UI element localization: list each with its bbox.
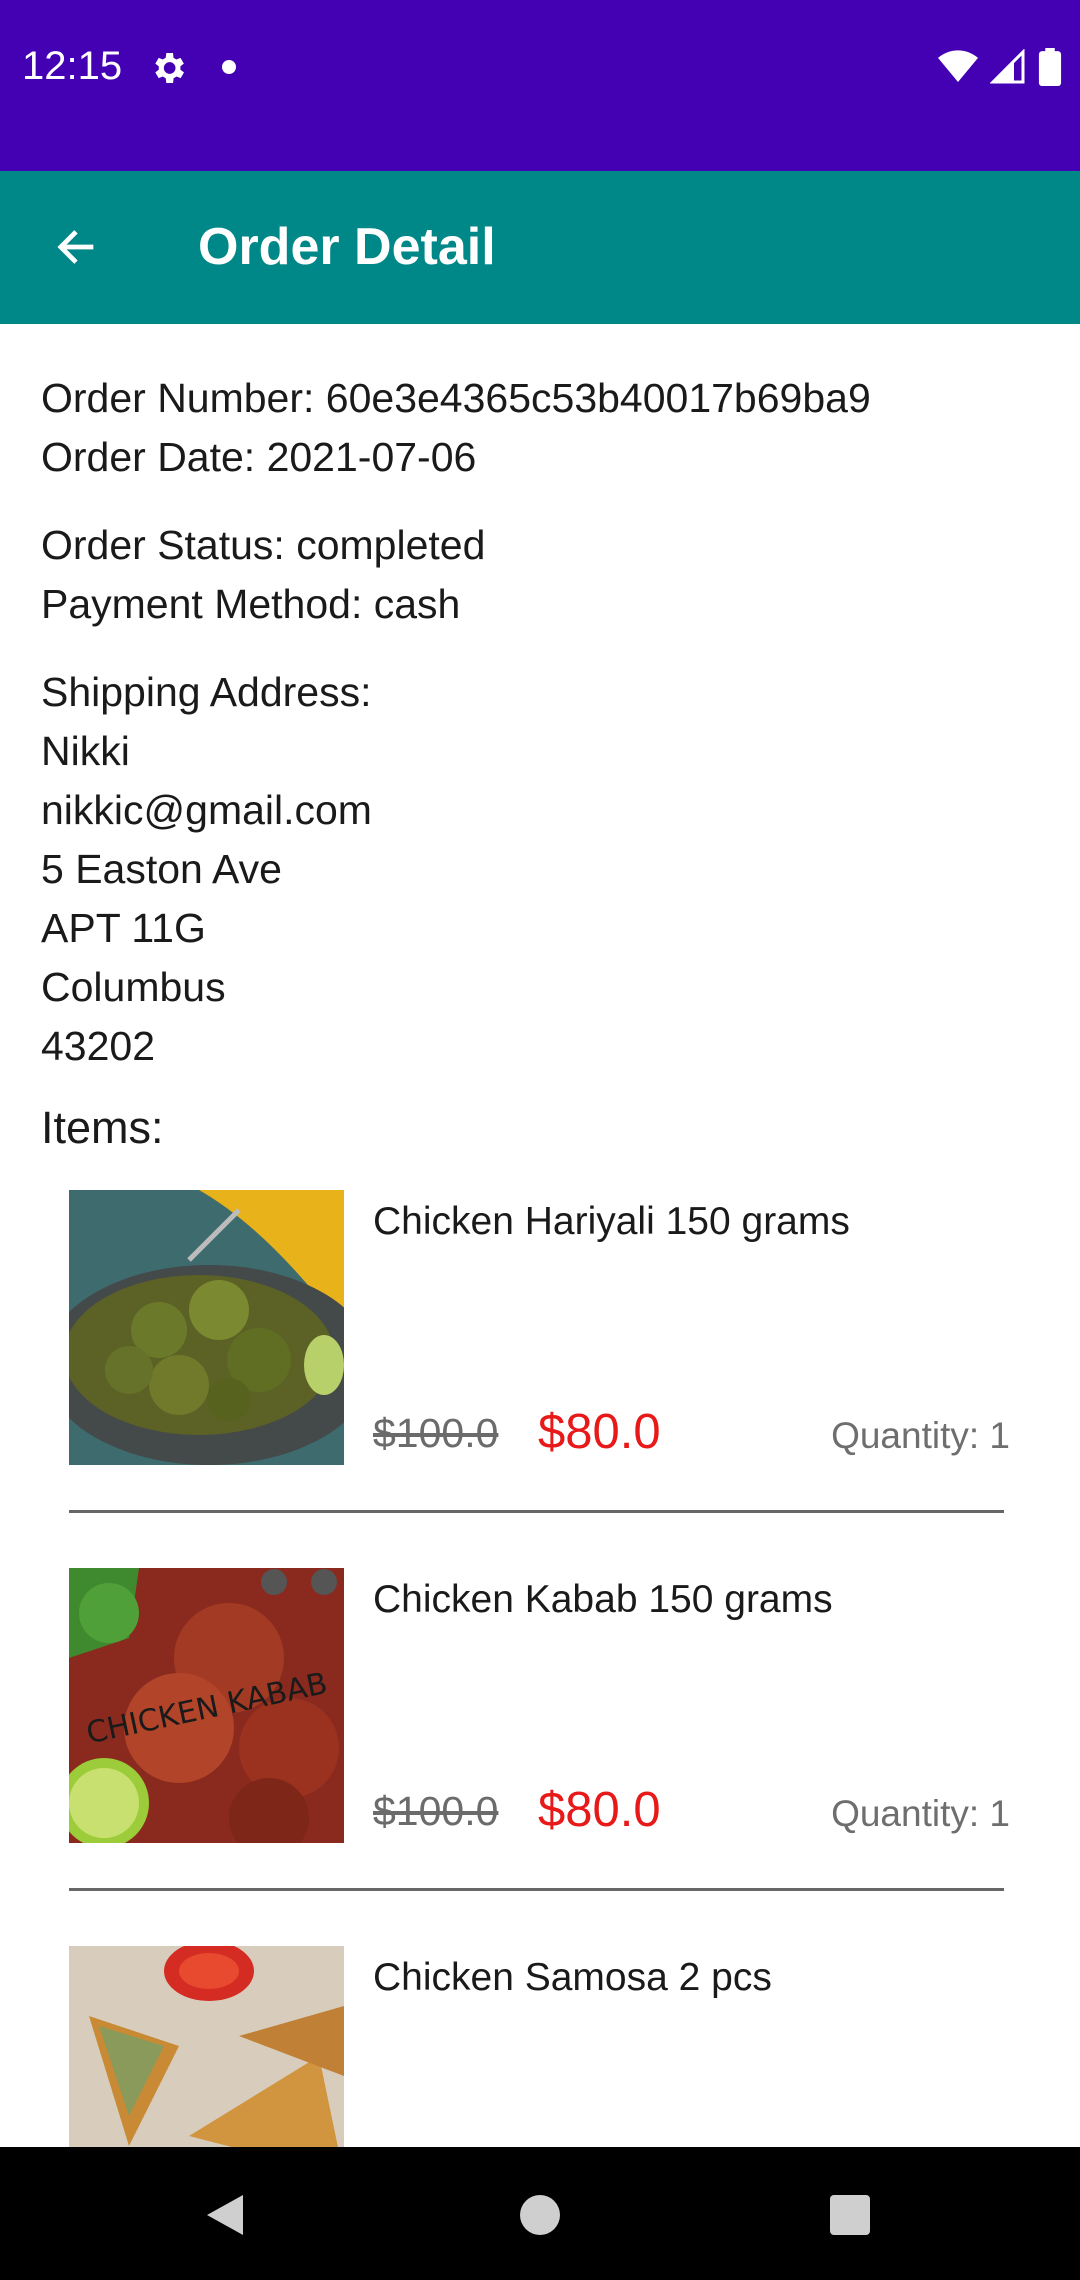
notification-dot-icon [222,60,236,74]
item-sale-price: $80.0 [538,1783,661,1837]
item-image [69,1190,344,1465]
list-item[interactable]: Chicken Samosa 2 pcs [69,1946,1009,2147]
circle-home-icon [520,2195,560,2235]
app-bar: Order Detail [0,171,1080,324]
gear-icon [155,53,184,83]
order-id-block: Order Number: 60e3e4365c53b40017b69ba9 O… [41,369,871,487]
shipping-address-block: Shipping Address: Nikki nikkic@gmail.com… [41,663,372,1076]
order-status: Order Status: completed [41,522,486,568]
item-quantity: Quantity: 1 [831,1793,1010,1834]
status-icons [938,48,1062,86]
order-date: Order Date: 2021-07-06 [41,434,477,480]
item-sale-price: $80.0 [538,1405,661,1459]
item-name: Chicken Hariyali 150 grams [373,1200,850,1243]
order-status-block: Order Status: completed Payment Method: … [41,516,485,634]
item-original-price: $100.0 [373,1410,499,1456]
navigation-bar [0,2147,1080,2280]
shipping-address-label: Shipping Address: [41,669,372,715]
list-item[interactable]: Chicken Hariyali 150 grams $100.0 $80.0 … [69,1190,1010,1513]
shipping-email: nikkic@gmail.com [41,787,372,833]
list-item[interactable]: CHICKEN KABAB Chicken Kabab 150 grams $1… [69,1568,1010,1891]
divider [69,1510,1004,1513]
order-number: Order Number: 60e3e4365c53b40017b69ba9 [41,375,871,421]
shipping-city: Columbus [41,964,226,1010]
item-name: Chicken Kabab 150 grams [373,1578,833,1621]
divider [69,1888,1004,1891]
shipping-zip: 43202 [41,1023,156,1069]
payment-method: Payment Method: cash [41,581,461,627]
item-image: CHICKEN KABAB [69,1568,344,1843]
signal-icon [990,49,1025,84]
battery-icon [1038,48,1062,86]
item-original-price: $100.0 [373,1788,499,1834]
back-button[interactable] [40,211,112,283]
wifi-icon [938,50,978,82]
items-label: Items: [41,1102,164,1153]
page-title: Order Detail [198,218,496,276]
nav-back-button[interactable] [195,2185,255,2245]
order-detail-content[interactable]: Order Number: 60e3e4365c53b40017b69ba9 O… [0,324,1080,2147]
shipping-apt: APT 11G [41,905,206,951]
item-name: Chicken Samosa 2 pcs [373,1956,772,1999]
status-bar: 12:15 [0,0,1080,171]
item-image [69,1946,344,2147]
nav-home-button[interactable] [510,2185,570,2245]
shipping-street: 5 Easton Ave [41,846,282,892]
item-quantity: Quantity: 1 [831,1415,1010,1456]
arrow-left-icon [57,230,94,264]
shipping-name: Nikki [41,728,130,774]
nav-recents-button[interactable] [820,2185,880,2245]
status-time: 12:15 [22,44,123,88]
square-recents-icon [830,2195,870,2235]
triangle-back-icon [207,2195,243,2235]
